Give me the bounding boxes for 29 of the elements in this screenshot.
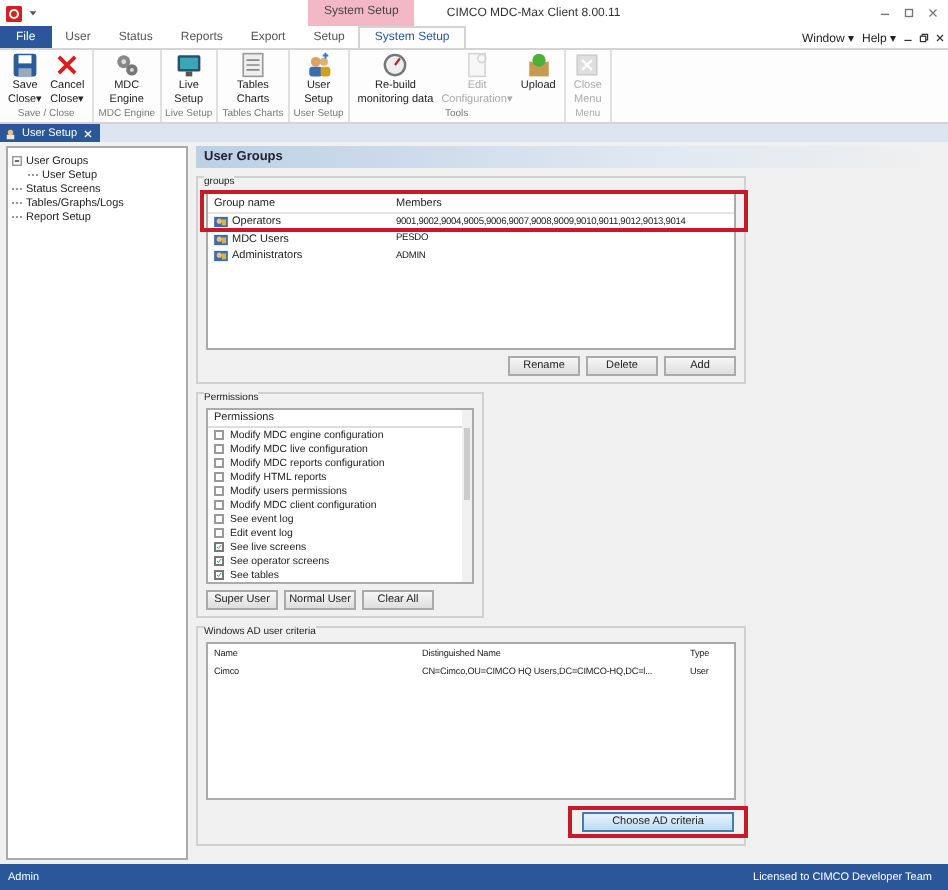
collapse-icon[interactable] xyxy=(12,156,22,166)
close-icon xyxy=(574,52,601,78)
users-icon xyxy=(6,127,18,139)
group-icon xyxy=(214,233,228,246)
scrollbar[interactable] xyxy=(462,410,472,582)
checkbox[interactable] xyxy=(214,514,224,524)
document-icon xyxy=(464,52,491,78)
users-icon xyxy=(305,52,332,78)
checkbox[interactable] xyxy=(214,472,224,482)
checkbox[interactable] xyxy=(214,570,224,580)
close-icon[interactable] xyxy=(934,31,946,43)
checkbox[interactable] xyxy=(214,500,224,510)
checkbox[interactable] xyxy=(214,430,224,440)
group-icon xyxy=(214,216,228,229)
box-icon xyxy=(525,52,552,78)
dropdown-icon[interactable] xyxy=(28,8,38,18)
app-logo-icon xyxy=(6,5,22,21)
checkbox[interactable] xyxy=(214,444,224,454)
monitor-icon xyxy=(175,52,202,78)
maximize-icon[interactable] xyxy=(902,6,916,20)
checkbox[interactable] xyxy=(214,528,224,538)
checkbox[interactable] xyxy=(214,486,224,496)
restore-icon[interactable] xyxy=(918,31,930,43)
checkbox[interactable] xyxy=(214,458,224,468)
cross-icon xyxy=(54,52,81,78)
checkbox[interactable] xyxy=(214,556,224,566)
checkbox[interactable] xyxy=(214,542,224,552)
group-icon xyxy=(214,250,228,263)
gauge-icon xyxy=(382,52,409,78)
